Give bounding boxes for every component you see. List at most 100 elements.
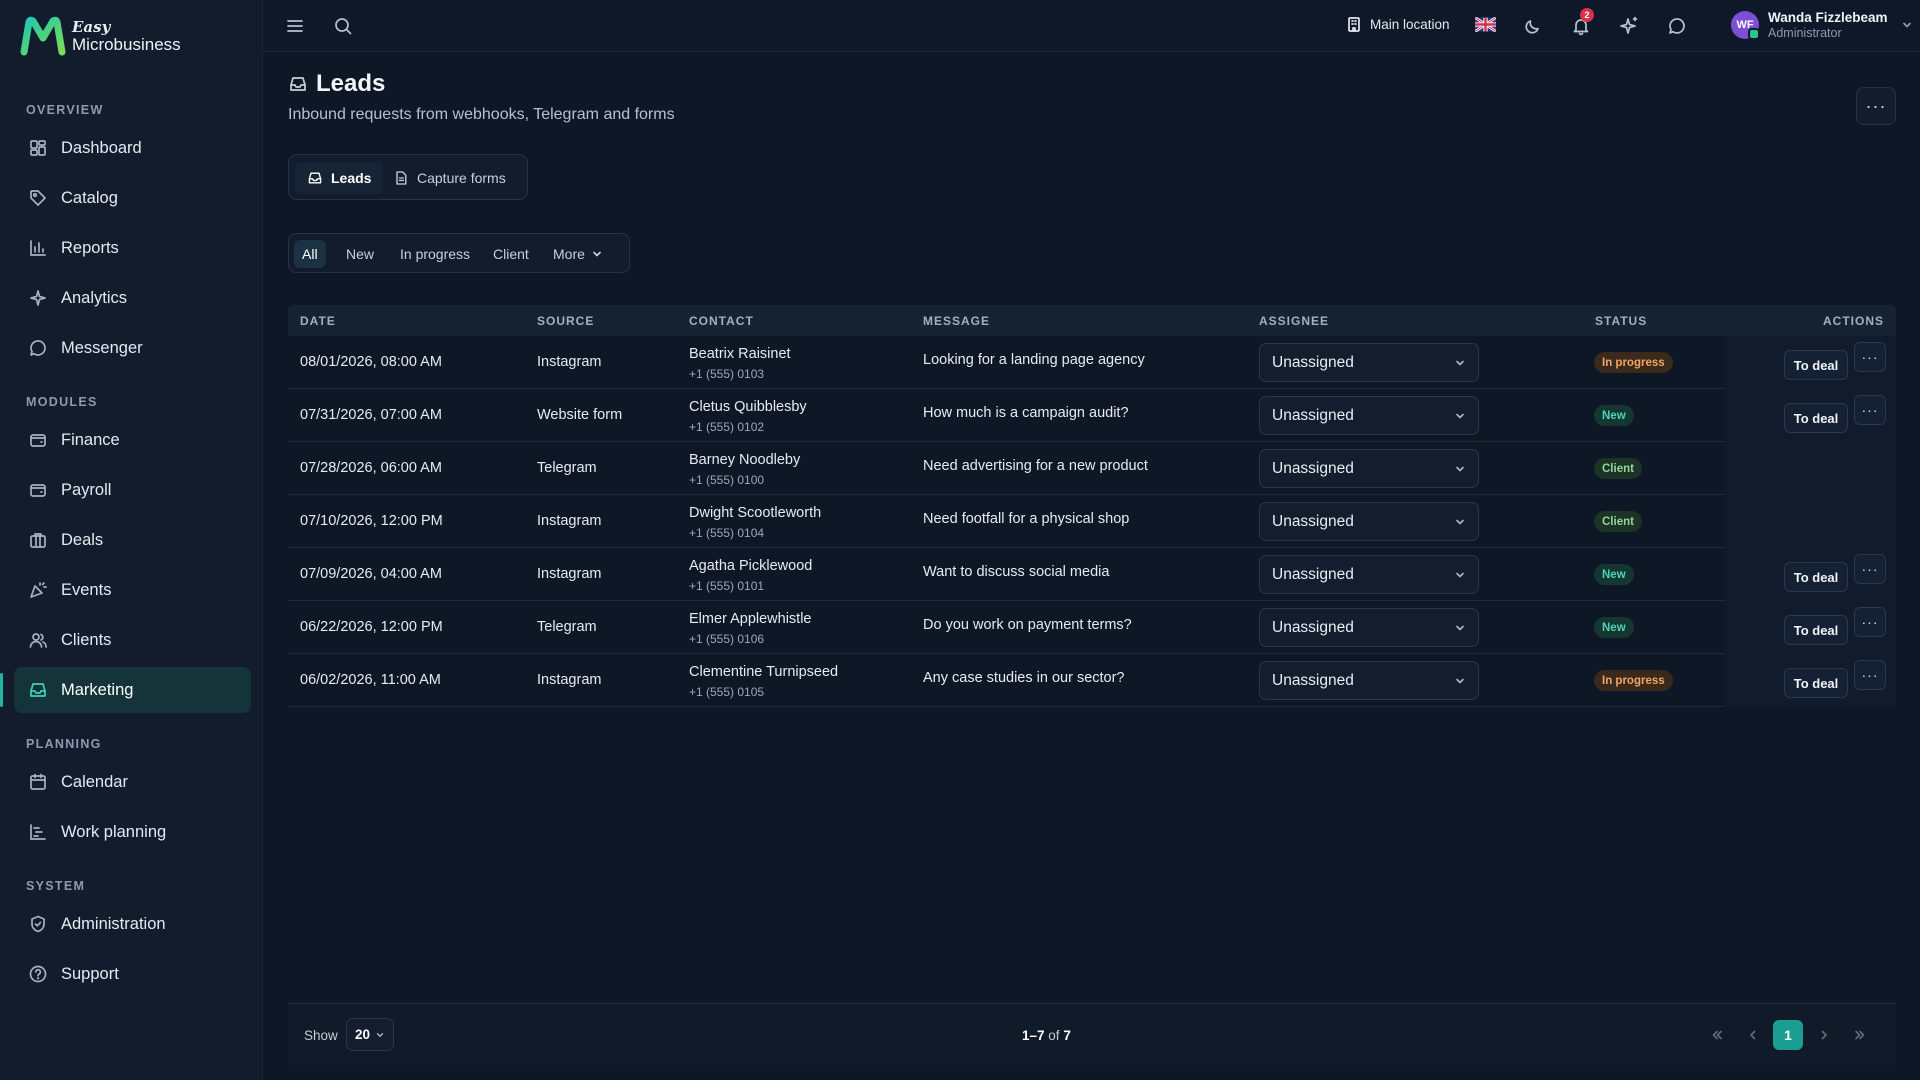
filter-new[interactable]: New: [338, 240, 382, 268]
page-size-select[interactable]: 20: [346, 1018, 394, 1051]
sidebar-item-marketing[interactable]: Marketing: [0, 667, 251, 713]
assignee-select[interactable]: Unassigned: [1259, 343, 1479, 382]
filter-more[interactable]: More: [545, 240, 611, 268]
range-value: 1–7: [1022, 1028, 1045, 1043]
assignee-select[interactable]: Unassigned: [1259, 661, 1479, 700]
sidebar-item-finance[interactable]: Finance: [14, 417, 251, 463]
lead-source: Telegram: [537, 619, 597, 635]
chevron-down-icon: [1454, 675, 1466, 687]
page-more-button[interactable]: ···: [1856, 87, 1896, 125]
section-system: SYSTEM: [26, 879, 86, 893]
sidebar-item-payroll[interactable]: Payroll: [14, 467, 251, 513]
assignee-select[interactable]: Unassigned: [1259, 608, 1479, 647]
avatar: WF: [1731, 10, 1760, 40]
help-circle-icon: [28, 964, 48, 984]
sidebar-item-label: Catalog: [61, 188, 118, 207]
actions-cell: [1725, 442, 1896, 495]
chevron-down-icon: [1454, 463, 1466, 475]
table-footer: Show 20 1–7 of 7 1: [288, 1003, 1896, 1065]
sidebar-item-reports[interactable]: Reports: [14, 225, 251, 271]
filter-client[interactable]: Client: [485, 240, 537, 268]
sidebar-item-dashboard[interactable]: Dashboard: [14, 125, 251, 171]
sidebar-item-analytics[interactable]: Analytics: [14, 275, 251, 321]
assignee-select[interactable]: Unassigned: [1259, 449, 1479, 488]
sidebar-item-deals[interactable]: Deals: [14, 517, 251, 563]
sidebar-item-events[interactable]: Events: [14, 567, 251, 613]
table-row[interactable]: 06/22/2026, 12:00 PM Telegram Elmer Applew…: [288, 601, 1896, 654]
to-deal-button[interactable]: To deal: [1784, 668, 1848, 698]
wallet-icon: [28, 480, 48, 500]
row-more-button[interactable]: ···: [1854, 342, 1886, 372]
to-deal-button[interactable]: To deal: [1784, 562, 1848, 592]
location-label: Main location: [1370, 16, 1450, 32]
sidebar-item-messenger[interactable]: Messenger: [14, 325, 251, 371]
lead-source: Website form: [537, 407, 623, 423]
contact-name: Elmer Applewhistle: [689, 611, 812, 627]
section-planning: PLANNING: [26, 737, 102, 751]
prev-page-icon[interactable]: [1738, 1020, 1768, 1050]
lead-message: Any case studies in our sector?: [923, 670, 1125, 686]
table-body: 08/01/2026, 08:00 AM Instagram Beatrix Rai…: [288, 336, 1896, 707]
tab-capture-forms[interactable]: Capture forms: [381, 162, 518, 194]
assignee-select[interactable]: Unassigned: [1259, 555, 1479, 594]
tab-label: Leads: [331, 170, 372, 186]
table-row[interactable]: 07/31/2026, 07:00 AM Website form Cletus Q…: [288, 389, 1896, 442]
assignee-select[interactable]: Unassigned: [1259, 502, 1479, 541]
to-deal-button[interactable]: To deal: [1784, 403, 1848, 433]
contact-phone: +1 (555) 0104: [689, 526, 765, 540]
to-deal-button[interactable]: To deal: [1784, 615, 1848, 645]
next-page-icon[interactable]: [1809, 1020, 1839, 1050]
table-row[interactable]: 06/02/2026, 11:00 AM Instagram Clementine …: [288, 654, 1896, 707]
uk-flag-icon[interactable]: [1475, 17, 1496, 32]
sidebar-item-calendar[interactable]: Calendar: [14, 759, 251, 805]
table-row[interactable]: 08/01/2026, 08:00 AM Instagram Beatrix Rai…: [288, 336, 1896, 389]
filter-in-progress[interactable]: In progress: [392, 240, 478, 268]
page-button-current[interactable]: 1: [1773, 1020, 1803, 1050]
sidebar-item-support[interactable]: Support: [14, 951, 251, 997]
ai-sparkle-icon[interactable]: [1617, 14, 1641, 38]
filter-all[interactable]: All: [294, 240, 326, 268]
sidebar-item-label: Dashboard: [61, 138, 142, 157]
status-filter: All New In progress Client More: [288, 233, 630, 273]
contact-phone: +1 (555) 0106: [689, 632, 765, 646]
row-more-button[interactable]: ···: [1854, 607, 1886, 637]
location-selector[interactable]: Main location: [1345, 15, 1450, 33]
inbox-icon: [28, 680, 48, 700]
sidebar-item-work-planning[interactable]: Work planning: [14, 809, 251, 855]
first-page-icon[interactable]: [1702, 1020, 1732, 1050]
user-menu[interactable]: WF Wanda Fizzlebeam Administrator: [1731, 10, 1913, 40]
sidebar-item-label: Reports: [61, 238, 119, 257]
sidebar-item-catalog[interactable]: Catalog: [14, 175, 251, 221]
chat-bubble-icon[interactable]: [1665, 14, 1689, 38]
search-icon[interactable]: [331, 14, 355, 38]
page-size-value: 20: [354, 1027, 371, 1042]
sidebar-item-administration[interactable]: Administration: [14, 901, 251, 947]
table-row[interactable]: 07/09/2026, 04:00 AM Instagram Agatha Pick…: [288, 548, 1896, 601]
page-subtitle: Inbound requests from webhooks, Telegram…: [288, 106, 675, 123]
menu-icon[interactable]: [283, 14, 307, 38]
column-contact: CONTACT: [689, 314, 754, 328]
to-deal-button[interactable]: To deal: [1784, 350, 1848, 380]
status-badge: Client: [1594, 511, 1642, 532]
contact-name: Clementine Turnipseed: [689, 664, 839, 680]
row-more-button[interactable]: ···: [1854, 395, 1886, 425]
tab-leads[interactable]: Leads: [295, 162, 384, 194]
column-actions: ACTIONS: [1823, 314, 1884, 328]
status-badge: New: [1594, 617, 1634, 638]
assignee-select[interactable]: Unassigned: [1259, 396, 1479, 435]
table-row[interactable]: 07/28/2026, 06:00 AM Telegram Barney Noodl…: [288, 442, 1896, 495]
contact-name: Cletus Quibblesby: [689, 399, 807, 415]
contact-phone: +1 (555) 0103: [689, 367, 765, 381]
contact-name: Agatha Picklewood: [689, 558, 813, 574]
sidebar-item-clients[interactable]: Clients: [14, 617, 251, 663]
app-logo[interactable]: Easy Microbusiness: [20, 16, 181, 56]
column-status: STATUS: [1595, 314, 1648, 328]
moon-icon[interactable]: [1521, 14, 1545, 38]
row-more-button[interactable]: ···: [1854, 554, 1886, 584]
pagination-range: 1–7 of 7: [1022, 1028, 1071, 1043]
logo-mark-icon: [20, 16, 66, 56]
sidebar-item-label: Work planning: [61, 822, 167, 841]
table-row[interactable]: 07/10/2026, 12:00 PM Instagram Dwight Scoo…: [288, 495, 1896, 548]
last-page-icon[interactable]: [1845, 1020, 1875, 1050]
row-more-button[interactable]: ···: [1854, 660, 1886, 690]
